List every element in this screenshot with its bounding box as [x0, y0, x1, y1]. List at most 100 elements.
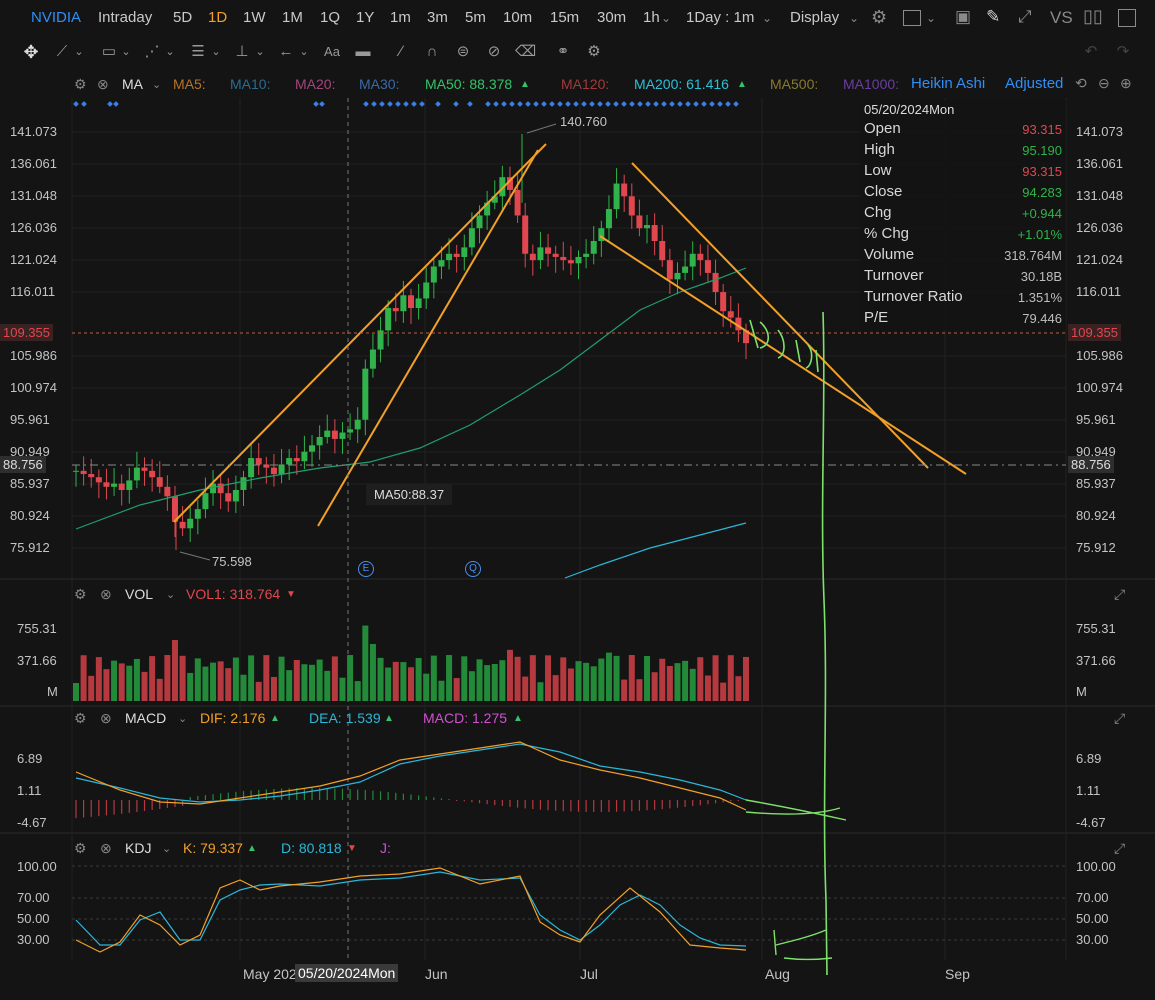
candle-body [408, 295, 414, 309]
macd-histogram-bar [212, 794, 214, 800]
candle-body [636, 215, 643, 229]
volume-bar [210, 662, 217, 701]
macd-histogram-bar [204, 795, 207, 800]
y-tick-right: 121.024 [1076, 252, 1123, 267]
expand-icon[interactable]: ⤢ [1114, 710, 1125, 727]
info-row: Open 93.315 [864, 120, 1062, 141]
chevron-down-icon[interactable]: ⌄ [152, 78, 161, 91]
info-label: Close [864, 183, 903, 200]
candle-body [88, 474, 95, 478]
chevron-down-icon[interactable]: ⌄ [166, 588, 175, 601]
close-icon[interactable]: ⊗ [100, 840, 112, 857]
ma120-label: MA120: [561, 76, 610, 92]
vol-indicator-label[interactable]: VOL [125, 586, 153, 602]
info-value: 94.283 [1022, 185, 1062, 200]
volume-bar [270, 676, 277, 701]
quarter-event-icon[interactable]: Q [465, 561, 481, 577]
info-value: 93.315 [1022, 122, 1062, 137]
macd-histogram-bar [593, 800, 595, 812]
expand-icon[interactable]: ⤢ [1114, 586, 1125, 603]
chevron-down-icon[interactable]: ⌄ [178, 712, 187, 725]
volume-bar [202, 666, 209, 701]
macd-histogram-bar [471, 800, 473, 803]
chevron-down-icon[interactable]: ⌄ [162, 842, 171, 855]
up-arrow-icon: ▲ [520, 79, 530, 90]
close-icon[interactable]: ⊗ [100, 586, 112, 603]
macd-histogram-bar [669, 800, 671, 809]
zoom-out-icon[interactable]: ⊖ [1098, 75, 1110, 92]
macd-histogram-bar [456, 800, 458, 801]
volume-bar [263, 655, 270, 701]
heikin-ashi-toggle[interactable]: Heikin Ashi [911, 75, 985, 92]
info-value: +0.944 [1021, 206, 1062, 221]
zoom-in-icon[interactable]: ⊕ [1120, 75, 1132, 92]
volume-bar [80, 655, 87, 701]
macd-histogram-bar [151, 800, 153, 810]
volume-bar [666, 665, 673, 701]
volume-bar [408, 667, 414, 701]
kdj-indicator-label[interactable]: KDJ [125, 840, 151, 856]
ma20-label: MA20: [295, 76, 336, 92]
volume-bar [491, 663, 498, 701]
crosshair-price-right: 109.355 [1068, 324, 1121, 341]
close-icon[interactable]: ⊗ [97, 76, 109, 93]
candle-body [385, 308, 392, 331]
candle-body [149, 470, 156, 478]
macd-histogram-bar [387, 792, 389, 800]
volume-bar [590, 666, 597, 701]
macd-indicator-label[interactable]: MACD [125, 710, 166, 726]
gear-icon[interactable]: ⚙ [74, 76, 87, 93]
x-label-jun: Jun [425, 966, 448, 982]
y-tick-left: 755.31 [17, 621, 57, 636]
y-tick-right: 755.31 [1076, 621, 1116, 636]
candle-body [529, 253, 536, 261]
gear-icon[interactable]: ⚙ [74, 586, 87, 603]
macd-histogram-bar [166, 800, 168, 808]
macd-histogram-bar [524, 800, 526, 809]
reset-icon[interactable]: ⟲ [1075, 75, 1087, 92]
gear-icon[interactable]: ⚙ [74, 710, 87, 727]
candle-body [712, 272, 719, 293]
candle-body [278, 464, 285, 475]
volume-bar [88, 675, 95, 701]
macd-histogram-bar [128, 800, 130, 813]
macd-histogram-bar [494, 800, 496, 806]
candle-body [339, 432, 346, 439]
candle-body [522, 215, 529, 254]
macd-histogram-bar [714, 800, 717, 804]
candle-body [324, 430, 331, 437]
volume-bar [743, 656, 749, 701]
volume-bar [324, 670, 331, 701]
macd-histogram-bar [189, 797, 191, 800]
candle-body [613, 183, 620, 210]
candle-body [446, 253, 453, 261]
low-price-label: 75.598 [212, 554, 252, 569]
j-value: J: [380, 840, 391, 856]
macd-histogram-bar [143, 800, 146, 811]
adjusted-toggle[interactable]: Adjusted [1005, 75, 1067, 92]
macd-histogram-bar [440, 798, 443, 800]
volume-bar [133, 658, 140, 701]
expand-icon[interactable]: ⤢ [1114, 840, 1125, 857]
volume-bar [605, 652, 612, 701]
ma-indicator-label[interactable]: MA [122, 76, 143, 92]
info-row: Low 93.315 [864, 162, 1062, 183]
y-tick-right: 70.00 [1076, 890, 1109, 905]
gear-icon[interactable]: ⚙ [74, 840, 87, 857]
macd-histogram-bar [402, 793, 404, 800]
volume-bar [347, 655, 354, 701]
macd-histogram-bar [410, 794, 412, 800]
earnings-event-icon[interactable]: E [358, 561, 374, 577]
macd-histogram-bar [364, 790, 366, 800]
volume-bar [423, 673, 430, 701]
volume-bar [156, 678, 163, 701]
y-tick-left: 30.00 [17, 932, 50, 947]
candle-body [689, 253, 696, 267]
close-icon[interactable]: ⊗ [100, 710, 112, 727]
macd-histogram-bar [661, 800, 663, 810]
volume-bar [118, 663, 125, 701]
candle-body [202, 493, 209, 510]
macd-histogram-bar [75, 800, 77, 819]
candle-body [95, 477, 102, 483]
macd-histogram-bar [379, 791, 382, 800]
